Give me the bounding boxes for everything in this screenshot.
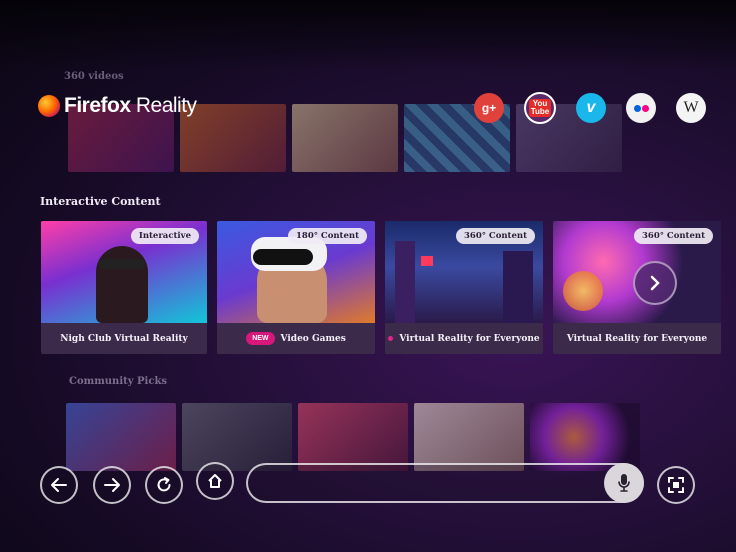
home-button[interactable] — [196, 462, 234, 500]
card-image: 360° Content — [385, 221, 543, 323]
fullscreen-icon — [668, 477, 684, 493]
card-caption: Virtual Reality for Everyone — [385, 323, 543, 354]
card-badge: 360° Content — [633, 228, 713, 244]
sign-shape — [421, 256, 433, 266]
card-badge: Interactive — [130, 228, 199, 244]
youtube-icon[interactable]: You Tube — [524, 92, 556, 124]
interactive-content-title: Interactive Content — [40, 195, 161, 208]
card-image: 180° Content — [217, 221, 375, 323]
url-input[interactable] — [264, 473, 598, 495]
forward-button[interactable] — [93, 466, 131, 504]
card-caption: Nigh Club Virtual Reality — [60, 333, 188, 344]
vimeo-icon[interactable]: v — [576, 93, 606, 123]
thumbnail[interactable] — [292, 104, 398, 172]
fullscreen-button[interactable] — [657, 466, 695, 504]
reload-icon — [157, 477, 171, 492]
light-orb — [563, 271, 603, 311]
thumbnail[interactable] — [414, 403, 524, 471]
glasses-shape — [99, 259, 145, 269]
card-image: Interactive — [41, 221, 207, 323]
url-bar[interactable] — [246, 463, 644, 503]
google-plus-icon[interactable]: g+ — [474, 93, 504, 123]
brand-name: Firefox Reality — [64, 94, 197, 117]
section-label-360: 360 videos — [64, 71, 124, 82]
flickr-icon[interactable] — [626, 93, 656, 123]
top-fade — [0, 0, 736, 70]
firefox-reality-logo: Firefox Reality — [38, 94, 197, 118]
content-card[interactable]: Interactive Nigh Club Virtual Reality — [41, 221, 207, 354]
person-silhouette — [96, 246, 148, 323]
thumbnail[interactable] — [182, 403, 292, 471]
card-caption: NEW Video Games — [217, 323, 375, 354]
reload-button[interactable] — [145, 466, 183, 504]
firefox-logo-icon — [38, 95, 60, 117]
wikipedia-icon[interactable]: W — [676, 93, 706, 123]
thumbnail[interactable] — [66, 403, 176, 471]
social-shortcuts: g+ You Tube v W — [474, 92, 706, 124]
content-card[interactable]: 180° Content NEW Video Games — [217, 221, 375, 354]
card-badge: 360° Content — [455, 228, 535, 244]
building-shape — [503, 251, 533, 323]
interactive-cards: Interactive Nigh Club Virtual Reality 18… — [41, 221, 721, 354]
voice-search-button[interactable] — [604, 463, 644, 503]
forward-arrow-icon — [104, 478, 120, 492]
headset-visor — [253, 249, 313, 265]
community-picks-title: Community Picks — [69, 376, 168, 387]
community-thumbnail-row — [66, 403, 640, 471]
bullet-dot — [388, 336, 394, 341]
home-icon — [208, 474, 222, 488]
card-caption: Virtual Reality for Everyone — [566, 333, 708, 344]
next-button[interactable] — [633, 261, 677, 305]
back-button[interactable] — [40, 466, 78, 504]
chevron-right-icon — [650, 275, 660, 291]
back-arrow-icon — [51, 478, 67, 492]
content-card[interactable]: 360° Content Virtual Reality for Everyon… — [385, 221, 543, 354]
card-badge: 180° Content — [287, 228, 367, 244]
thumbnail[interactable] — [298, 403, 408, 471]
microphone-icon — [618, 474, 630, 492]
thumbnail[interactable] — [530, 403, 640, 471]
card-image: 360° Content — [553, 221, 721, 323]
content-card[interactable]: 360° Content Virtual Reality for Everyon… — [553, 221, 721, 354]
new-badge: NEW — [246, 332, 275, 345]
building-shape — [395, 241, 415, 323]
